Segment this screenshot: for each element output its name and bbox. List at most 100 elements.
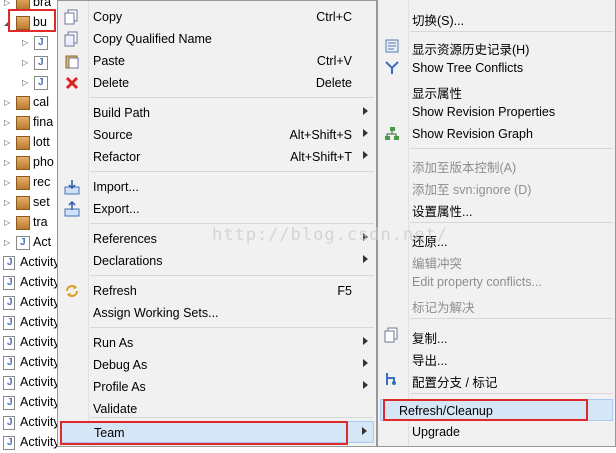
collapsed-arrow-icon[interactable]: ▷ (4, 239, 12, 247)
menu-item-export[interactable]: Export... (60, 198, 374, 220)
menu-item-paste[interactable]: Paste Ctrl+V (60, 50, 374, 72)
menu-item-show-revision-properties[interactable]: Show Revision Properties (380, 101, 613, 123)
collapsed-arrow-icon[interactable]: ▷ (4, 179, 12, 187)
collapsed-arrow-icon[interactable]: ▷ (4, 199, 12, 207)
menu-item-label: Refresh (93, 284, 137, 298)
java-file-icon (3, 416, 15, 430)
menu-item-show-properties[interactable]: 显示属性 (380, 79, 613, 101)
java-file-icon (3, 376, 15, 390)
menu-item-edit-conflicts: 编辑冲突 (380, 249, 613, 271)
package-icon (16, 156, 30, 170)
watermark-text: http://blog.csdn.net/ (212, 225, 448, 245)
collapsed-arrow-icon[interactable]: ▷ (22, 79, 30, 87)
package-icon (16, 136, 30, 150)
menu-item-label: Run As (93, 336, 134, 350)
tree-item-label: tra (33, 215, 48, 229)
shortcut-label: F5 (337, 284, 352, 298)
menu-item-set-property[interactable]: 设置属性... (380, 197, 613, 219)
copy-qualified-icon (64, 31, 80, 47)
shortcut-label: Delete (315, 76, 352, 90)
submenu-arrow-icon (363, 107, 368, 115)
menu-separator (410, 148, 613, 149)
menu-item-mark-resolved: 标记为解决 (380, 293, 613, 315)
tree-item-label: Activity (20, 255, 60, 269)
menu-separator (410, 222, 613, 223)
menu-item-copy-qualified-name[interactable]: Copy Qualified Name (60, 28, 374, 50)
tree-item-label: Activity (20, 415, 60, 429)
menu-item-label: References (93, 232, 157, 246)
collapsed-arrow-icon[interactable]: ▷ (4, 99, 12, 107)
menu-item-add-to-svn-ignore: 添加至 svn:ignore (D) (380, 175, 613, 197)
menu-item-label: Show Revision Properties (412, 105, 556, 119)
package-icon (16, 96, 30, 110)
menu-item-label: Declarations (93, 254, 163, 268)
menu-separator (410, 31, 613, 32)
graph-icon (384, 126, 400, 142)
menu-item-edit-property-conflicts: Edit property conflicts... (380, 271, 613, 293)
menu-item-label: 导出... (412, 354, 448, 368)
export-icon (64, 200, 80, 217)
collapsed-arrow-icon[interactable]: ▷ (22, 39, 30, 47)
tree-item-label: Activity (20, 395, 60, 409)
java-file-icon (3, 356, 15, 370)
menu-item-add-to-version-control: 添加至版本控制(A) (380, 153, 613, 175)
tree-item-label: fina (33, 115, 54, 129)
tree-item-label: lott (33, 135, 50, 149)
tree-item-label: Activity (20, 375, 60, 389)
package-icon (16, 116, 30, 130)
menu-item-source[interactable]: Source Alt+Shift+S (60, 124, 374, 146)
tree-item-label: bra (33, 0, 52, 9)
menu-item-label: 添加至版本控制(A) (412, 161, 517, 175)
menu-item-label: Delete (93, 76, 130, 90)
menu-item-svn-copy[interactable]: 复制... (380, 324, 613, 346)
submenu-arrow-icon (362, 427, 367, 435)
copy-icon (384, 327, 400, 343)
collapsed-arrow-icon[interactable]: ▷ (4, 139, 12, 147)
menu-item-refactor[interactable]: Refactor Alt+Shift+T (60, 146, 374, 168)
collapsed-arrow-icon[interactable]: ▷ (4, 159, 12, 167)
menu-item-upgrade[interactable]: Upgrade (380, 421, 613, 443)
copy-icon (64, 9, 80, 25)
menu-item-profile-as[interactable]: Profile As (60, 376, 374, 398)
menu-item-copy[interactable]: Copy Ctrl+C (60, 6, 374, 28)
menu-item-label: Copy Qualified Name (93, 32, 212, 46)
collapsed-arrow-icon[interactable]: ▷ (4, 0, 12, 7)
tree-conflicts-icon (384, 60, 400, 76)
annotation-box-selected-project (8, 9, 56, 32)
menu-separator (90, 417, 374, 418)
menu-item-label: Assign Working Sets... (93, 306, 219, 320)
tree-item-label: Activity (20, 335, 60, 349)
menu-item-assign-working-sets[interactable]: Assign Working Sets... (60, 302, 374, 324)
menu-item-label: 显示资源历史记录(H) (412, 43, 530, 57)
tree-item-label: Act (33, 235, 52, 249)
menu-item-label: Build Path (93, 106, 150, 120)
package-icon (16, 196, 30, 210)
menu-item-show-revision-graph[interactable]: Show Revision Graph (380, 123, 613, 145)
tree-item-label: Activity (20, 275, 60, 289)
menu-item-delete[interactable]: Delete Delete (60, 72, 374, 94)
menu-item-show-history[interactable]: 显示资源历史记录(H) (380, 35, 613, 57)
submenu-arrow-icon (363, 359, 368, 367)
menu-item-branch-tag[interactable]: 配置分支 / 标记 (380, 368, 613, 390)
menu-item-label: Show Revision Graph (412, 127, 533, 141)
tree-item-label: set (33, 195, 50, 209)
collapsed-arrow-icon[interactable]: ▷ (4, 219, 12, 227)
menu-item-build-path[interactable]: Build Path (60, 102, 374, 124)
menu-item-svn-export[interactable]: 导出... (380, 346, 613, 368)
submenu-arrow-icon (363, 129, 368, 137)
menu-item-label: Source (93, 128, 133, 142)
menu-item-declarations[interactable]: Declarations (60, 250, 374, 272)
menu-item-label: 切换(S)... (412, 14, 465, 28)
collapsed-arrow-icon[interactable]: ▷ (4, 119, 12, 127)
menu-item-label: Validate (93, 402, 138, 416)
menu-item-show-tree-conflicts[interactable]: Show Tree Conflicts (380, 57, 613, 79)
shortcut-label: Alt+Shift+S (289, 128, 352, 142)
menu-item-debug-as[interactable]: Debug As (60, 354, 374, 376)
menu-item-import[interactable]: Import... (60, 176, 374, 198)
tree-item-label: pho (33, 155, 54, 169)
menu-item-label: 编辑冲突 (412, 257, 463, 271)
collapsed-arrow-icon[interactable]: ▷ (22, 59, 30, 67)
menu-item-switch[interactable]: 切换(S)... (380, 6, 613, 28)
menu-item-run-as[interactable]: Run As (60, 332, 374, 354)
menu-item-refresh[interactable]: Refresh F5 (60, 280, 374, 302)
